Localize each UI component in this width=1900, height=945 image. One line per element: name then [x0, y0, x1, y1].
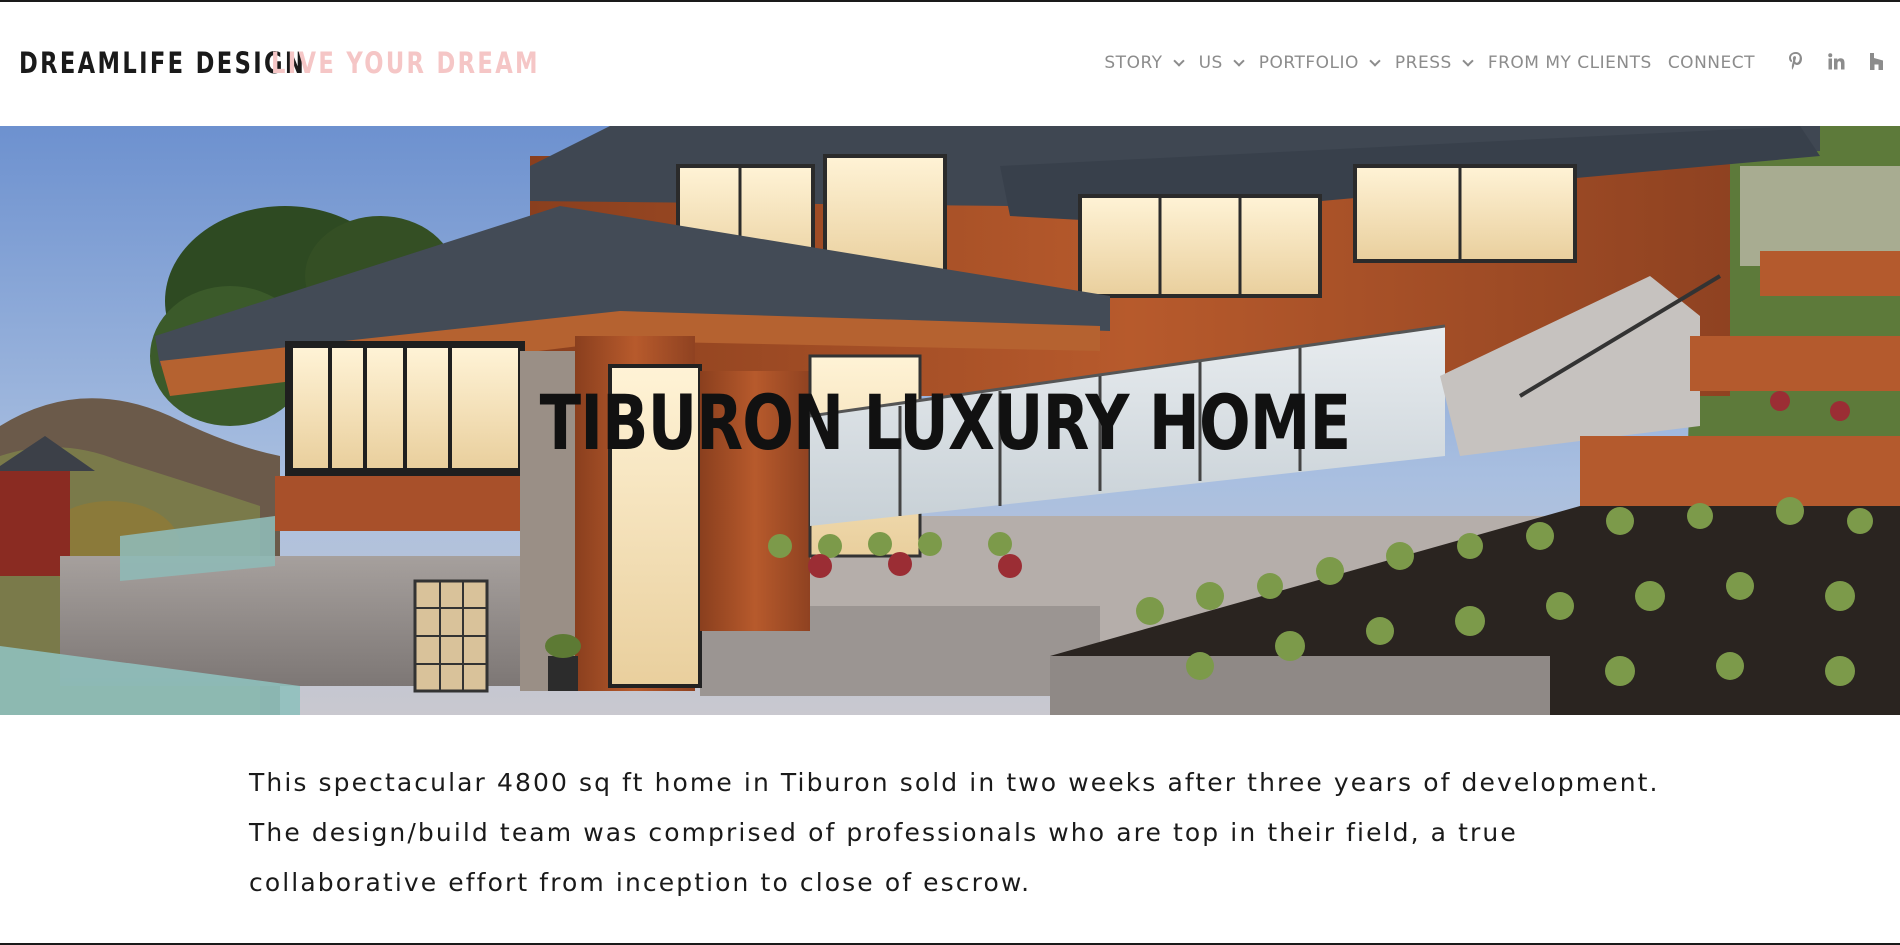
chevron-down-icon: [1172, 54, 1185, 67]
site-logo[interactable]: DREAMLIFE DESIGN LIVE YOUR DREAM: [19, 46, 616, 80]
brand-name: DREAMLIFE DESIGN: [19, 46, 307, 80]
site-header: DREAMLIFE DESIGN LIVE YOUR DREAM STORY U…: [0, 2, 1900, 126]
nav-label: US: [1198, 53, 1223, 73]
project-description: This spectacular 4800 sq ft home in Tibu…: [249, 768, 1660, 897]
houzz-icon[interactable]: [1866, 51, 1886, 71]
nav-label: PRESS: [1394, 53, 1452, 73]
hero-title: TIBURON LUXURY HOME: [539, 378, 1351, 467]
social-links: [1786, 51, 1886, 71]
nav-item-connect[interactable]: CONNECT: [1668, 53, 1755, 73]
nav-label: STORY: [1104, 53, 1163, 73]
nav-label: PORTFOLIO: [1258, 53, 1359, 73]
nav-item-from-my-clients[interactable]: FROM MY CLIENTS: [1488, 53, 1652, 73]
nav-label: FROM MY CLIENTS: [1487, 53, 1652, 73]
nav-item-us[interactable]: US: [1198, 53, 1245, 73]
main-nav: STORY US PORTFOLIO PRESS FROM MY CLIENTS…: [1088, 53, 1755, 73]
chevron-down-icon: [1233, 54, 1245, 67]
linkedin-icon[interactable]: [1826, 51, 1846, 71]
chevron-down-icon: [1462, 54, 1474, 67]
pinterest-icon[interactable]: [1786, 51, 1806, 71]
brand-tagline: LIVE YOUR DREAM: [271, 46, 540, 80]
hero-banner: TIBURON LUXURY HOME: [0, 126, 1900, 715]
nav-item-story[interactable]: STORY: [1104, 53, 1185, 73]
nav-item-press[interactable]: PRESS: [1394, 53, 1474, 73]
chevron-down-icon: [1369, 54, 1381, 67]
nav-label: CONNECT: [1667, 53, 1755, 73]
nav-item-portfolio[interactable]: PORTFOLIO: [1258, 53, 1381, 73]
